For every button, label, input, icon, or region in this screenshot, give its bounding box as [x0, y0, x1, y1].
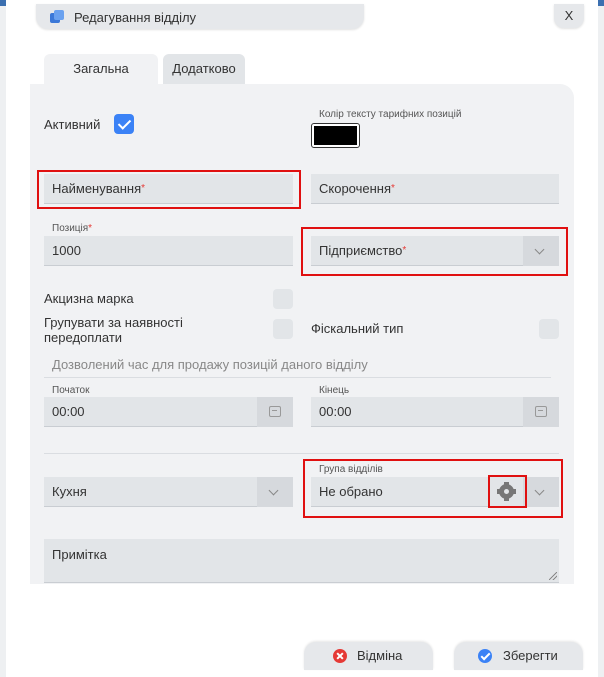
end-time-picker-button[interactable]	[523, 397, 559, 427]
cancel-button-label: Відміна	[357, 648, 403, 663]
close-button[interactable]: X	[554, 4, 584, 28]
copy-icon	[50, 10, 65, 24]
tab-additional[interactable]: Додатково	[163, 54, 245, 84]
name-highlight	[37, 170, 301, 209]
department-group-highlight	[303, 459, 563, 518]
dialog-title: Редагування відділу	[74, 10, 197, 25]
start-time-input[interactable]: 00:00	[44, 397, 293, 427]
excise-label: Акцизна марка	[44, 291, 134, 306]
group-prepay-label: Групувати за наявності передоплати	[44, 315, 183, 345]
cancel-button[interactable]: Відміна	[304, 642, 433, 670]
start-label: Початок	[52, 385, 90, 396]
cancel-icon	[333, 649, 347, 663]
fiscal-type-label: Фіскальний тип	[311, 321, 404, 336]
save-button[interactable]: Зберегти	[454, 642, 583, 670]
excise-checkbox[interactable]	[273, 289, 293, 309]
dialog-title-bar: Редагування відділу	[36, 4, 364, 29]
active-checkbox[interactable]	[114, 114, 134, 134]
sale-time-caption: Дозволений час для продажу позицій даног…	[52, 357, 368, 372]
end-label: Кінець	[319, 385, 350, 396]
note-placeholder: Примітка	[52, 547, 107, 562]
short-name-field[interactable]: Скорочення*	[311, 174, 559, 204]
calendar-icon	[269, 406, 281, 417]
start-time-picker-button[interactable]	[257, 397, 293, 427]
end-time-input[interactable]: 00:00	[311, 397, 559, 427]
tab-general[interactable]: Загальна	[44, 54, 158, 84]
save-button-label: Зберегти	[503, 648, 558, 663]
text-color-label: Колір тексту тарифних позицій	[319, 109, 462, 120]
position-input[interactable]: 1000	[44, 236, 293, 266]
calendar-icon	[535, 406, 547, 417]
enterprise-highlight	[301, 227, 568, 276]
text-color-picker[interactable]	[311, 123, 360, 148]
fiscal-type-checkbox[interactable]	[539, 319, 559, 339]
resize-handle[interactable]	[549, 572, 557, 580]
chevron-down-icon	[268, 485, 279, 496]
active-label: Активний	[44, 117, 101, 132]
kitchen-select[interactable]: Кухня	[44, 477, 293, 507]
checkmark-icon	[478, 649, 492, 663]
sale-time-divider	[44, 377, 551, 378]
short-name-placeholder: Скорочення	[319, 181, 392, 196]
position-label: Позиція*	[52, 223, 93, 234]
note-textarea[interactable]: Примітка	[44, 539, 559, 583]
group-prepay-checkbox[interactable]	[273, 319, 293, 339]
section-divider	[44, 453, 559, 454]
kitchen-dropdown-button[interactable]	[257, 477, 293, 507]
